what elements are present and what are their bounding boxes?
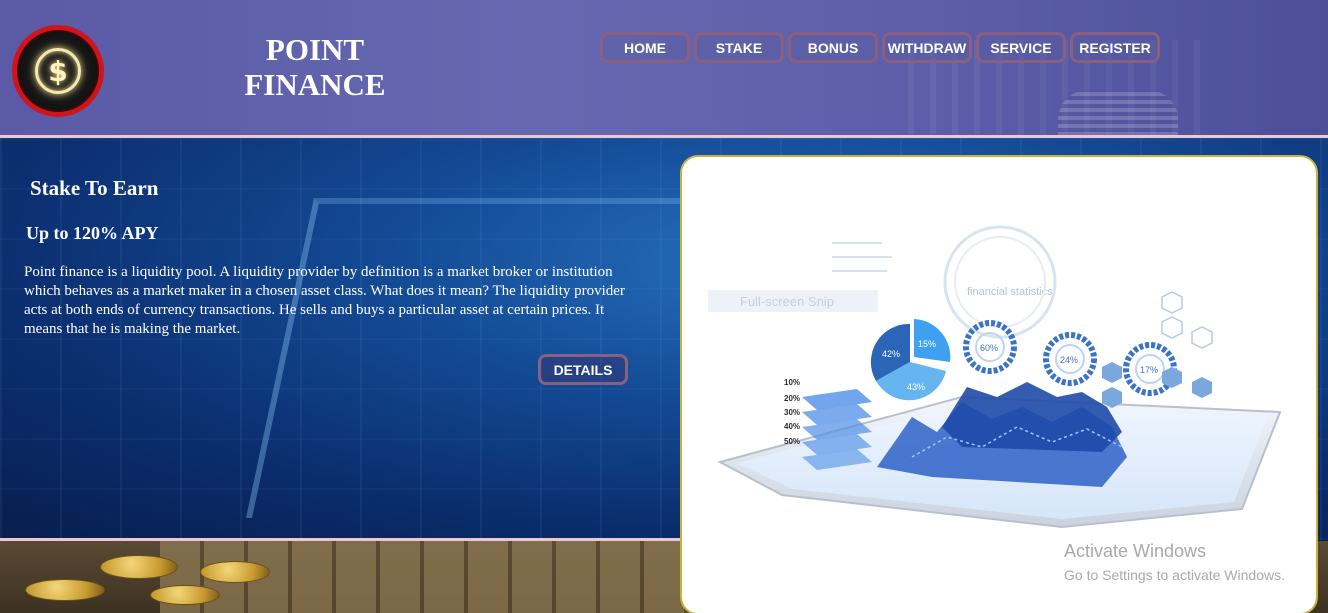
nav-bonus-button[interactable]: BONUS [788, 32, 878, 63]
nav-withdraw-button[interactable]: WITHDRAW [882, 32, 972, 63]
stack-label: 30% [784, 408, 800, 417]
gold-coin-image [100, 555, 178, 579]
hero-subtitle: Up to 120% APY [26, 223, 159, 243]
stack-label: 50% [784, 437, 800, 446]
details-button[interactable]: DETAILS [538, 354, 628, 385]
ring-label: 24% [1060, 355, 1078, 365]
ring-label: 60% [980, 343, 998, 353]
area-chart-front [942, 382, 1122, 452]
pie-label: 42% [882, 349, 900, 359]
nav-stake-button[interactable]: STAKE [694, 32, 784, 63]
hexagon-decoration [1161, 291, 1213, 349]
snip-overlay-text: Full-screen Snip [740, 294, 834, 309]
activate-windows-subtitle: Go to Settings to activate Windows. [1064, 567, 1285, 583]
gold-coin-image [150, 585, 220, 605]
stack-label: 40% [784, 422, 800, 431]
hero-chart-decoration [245, 198, 735, 518]
gold-coin-image [200, 561, 270, 583]
pie-label: 43% [907, 382, 925, 392]
activate-windows-title: Activate Windows [1064, 541, 1207, 561]
ring-label: 17% [1140, 365, 1158, 375]
brand-logo[interactable]: $ [12, 25, 104, 117]
brand-name-line1: POINT [265, 32, 365, 67]
stacked-layers-chart [802, 389, 872, 470]
brand-name-line2: FINANCE [244, 67, 386, 102]
hero-title: Stake To Earn [30, 176, 159, 200]
nav-register-button[interactable]: REGISTER [1070, 32, 1160, 63]
financial-tablet-illustration: Full-screen Snip financial statistics 10… [708, 225, 1282, 529]
stack-label: 20% [784, 394, 800, 403]
nav-service-button[interactable]: SERVICE [976, 32, 1066, 63]
site-header: $ POINT FINANCE HOME STAKE BONUS WITHDRA… [0, 0, 1328, 136]
financial-illustration-card: Full-screen Snip financial statistics 10… [680, 155, 1318, 613]
gold-coin-image [25, 579, 105, 601]
pie-label: 15% [918, 339, 936, 349]
stack-label: 10% [784, 378, 800, 387]
dollar-coin-icon: $ [35, 48, 81, 94]
nav-home-button[interactable]: HOME [600, 32, 690, 63]
hero-description: Point finance is a liquidity pool. A liq… [24, 264, 625, 337]
financial-statistics-label: financial statistics [967, 286, 1053, 298]
pie-chart: 42% 15% 43% [870, 319, 951, 401]
brand-name: POINT FINANCE [215, 32, 415, 102]
header-coins-decoration [1058, 90, 1178, 136]
